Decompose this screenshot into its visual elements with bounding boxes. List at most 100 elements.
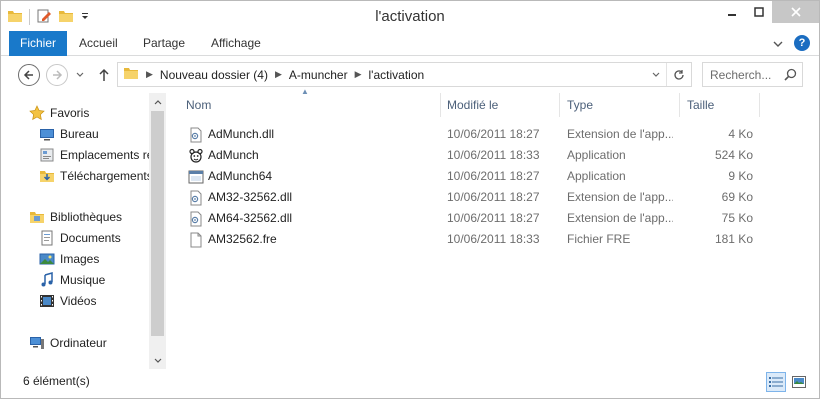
dll-icon — [188, 190, 204, 206]
nav-item-emplacements-recents[interactable]: Emplacements ré — [39, 145, 153, 165]
computer-icon — [29, 335, 45, 351]
file-type: Extension de l'app... — [567, 127, 673, 141]
details-view-button[interactable] — [766, 372, 786, 392]
column-header-modified[interactable]: Modifié le — [442, 93, 560, 117]
dll-icon — [188, 211, 204, 227]
properties-icon[interactable] — [36, 8, 52, 27]
file-row[interactable]: AdMunch.dll 10/06/2011 18:27 Extension d… — [181, 124, 761, 145]
details-view-icon — [769, 377, 783, 387]
nav-item-label: Emplacements ré — [60, 148, 154, 162]
admunch-app-icon — [188, 148, 204, 164]
nav-item-videos[interactable]: Vidéos — [39, 291, 96, 311]
libraries-icon — [29, 209, 45, 225]
recent-locations-button[interactable] — [74, 64, 86, 86]
quick-access-toolbar — [7, 7, 90, 27]
column-header-label: Modifié le — [447, 98, 499, 112]
column-header-name[interactable]: Nom ▲ — [181, 87, 441, 117]
navigation-pane-scrollbar[interactable] — [149, 93, 166, 369]
file-row[interactable]: AM32562.fre 10/06/2011 18:33 Fichier FRE… — [181, 229, 761, 250]
up-button[interactable] — [96, 64, 112, 86]
file-modified: 10/06/2011 18:27 — [447, 169, 540, 183]
search-input[interactable]: Recherch... — [702, 62, 803, 87]
file-size: 75 Ko — [721, 211, 753, 225]
search-placeholder: Recherch... — [710, 67, 772, 82]
tab-partage[interactable]: Partage — [143, 31, 185, 56]
file-row[interactable]: AM64-32562.dll 10/06/2011 18:27 Extensio… — [181, 208, 761, 229]
star-icon — [29, 105, 45, 121]
customize-toolbar-icon[interactable] — [80, 10, 90, 24]
file-row[interactable]: AM32-32562.dll 10/06/2011 18:27 Extensio… — [181, 187, 761, 208]
file-size: 69 Ko — [721, 190, 753, 204]
nav-item-ordinateur[interactable]: Ordinateur — [29, 333, 107, 353]
column-header-label: Nom — [186, 98, 212, 112]
minimize-icon — [727, 14, 736, 16]
breadcrumb-separator[interactable]: ▶ — [146, 69, 153, 80]
search-icon[interactable] — [784, 68, 797, 84]
close-icon — [790, 7, 801, 17]
sort-ascending-icon: ▲ — [301, 87, 309, 96]
application-icon — [188, 169, 204, 185]
scroll-up-button[interactable] — [149, 93, 166, 110]
nav-item-images[interactable]: Images — [39, 249, 99, 269]
scroll-thumb[interactable] — [151, 111, 164, 336]
column-header-type[interactable]: Type — [562, 93, 680, 117]
nav-item-favoris[interactable]: Favoris — [29, 103, 89, 123]
file-size: 181 Ko — [714, 232, 753, 246]
nav-item-documents[interactable]: Documents — [39, 228, 121, 248]
forward-button[interactable] — [46, 64, 68, 86]
file-icon — [188, 232, 204, 248]
breadcrumb-separator[interactable]: ▶ — [355, 69, 362, 80]
chevron-down-icon — [652, 72, 659, 77]
up-arrow-icon — [99, 68, 109, 81]
tab-fichier[interactable]: Fichier — [9, 31, 67, 56]
address-row: ▶ Nouveau dossier (4) ▶ A-muncher ▶ l'ac… — [1, 57, 819, 93]
address-bar[interactable]: ▶ Nouveau dossier (4) ▶ A-muncher ▶ l'ac… — [117, 62, 692, 87]
tab-accueil[interactable]: Accueil — [79, 31, 118, 56]
nav-item-telechargements[interactable]: Téléchargements — [39, 166, 153, 186]
close-button[interactable] — [772, 1, 819, 23]
column-header-size[interactable]: Taille — [682, 93, 760, 117]
window-title: l'activation — [375, 8, 445, 25]
breadcrumb-separator[interactable]: ▶ — [275, 69, 282, 80]
file-name: AdMunch.dll — [208, 127, 275, 141]
address-dropdown-button[interactable] — [647, 63, 664, 86]
documents-icon — [39, 230, 55, 246]
file-size: 524 Ko — [714, 148, 753, 162]
file-modified: 10/06/2011 18:33 — [447, 232, 540, 246]
scroll-down-button[interactable] — [149, 352, 166, 369]
maximize-icon — [753, 7, 764, 17]
breadcrumb-nouveau-dossier[interactable]: Nouveau dossier (4) — [160, 68, 268, 82]
file-modified: 10/06/2011 18:33 — [447, 148, 540, 162]
item-count: 6 élément(s) — [23, 374, 90, 388]
refresh-button[interactable] — [666, 63, 691, 86]
file-size: 9 Ko — [728, 169, 753, 183]
videos-icon — [39, 293, 55, 309]
nav-item-musique[interactable]: Musique — [39, 270, 105, 290]
window-controls — [718, 1, 819, 23]
file-row[interactable]: AdMunch64 10/06/2011 18:27 Application 9… — [181, 166, 761, 187]
breadcrumb-activation[interactable]: l'activation — [369, 68, 425, 82]
file-type: Fichier FRE — [567, 232, 631, 246]
chevron-down-icon — [154, 358, 161, 363]
chevron-up-icon — [154, 99, 161, 104]
help-icon[interactable]: ? — [794, 35, 810, 51]
new-folder-icon[interactable] — [58, 8, 74, 27]
tab-affichage[interactable]: Affichage — [211, 31, 261, 56]
file-row[interactable]: AdMunch 10/06/2011 18:33 Application 524… — [181, 145, 761, 166]
minimize-button[interactable] — [718, 1, 745, 23]
nav-item-label: Musique — [60, 273, 106, 287]
breadcrumb-a-muncher[interactable]: A-muncher — [289, 68, 348, 82]
nav-item-bureau[interactable]: Bureau — [39, 124, 99, 144]
back-arrow-icon — [23, 70, 33, 80]
maximize-button[interactable] — [745, 1, 772, 23]
navigation-pane: Favoris Bureau Emplacements ré Télécharg… — [1, 93, 166, 369]
status-bar: 6 élément(s) — [1, 369, 819, 398]
file-modified: 10/06/2011 18:27 — [447, 127, 540, 141]
large-icons-view-icon — [792, 376, 806, 388]
desktop-icon — [39, 126, 55, 142]
expand-ribbon-icon[interactable] — [773, 38, 783, 52]
large-icons-view-button[interactable] — [789, 372, 809, 392]
back-button[interactable] — [18, 64, 40, 86]
nav-item-bibliotheques[interactable]: Bibliothèques — [29, 207, 122, 227]
refresh-icon — [674, 69, 684, 80]
